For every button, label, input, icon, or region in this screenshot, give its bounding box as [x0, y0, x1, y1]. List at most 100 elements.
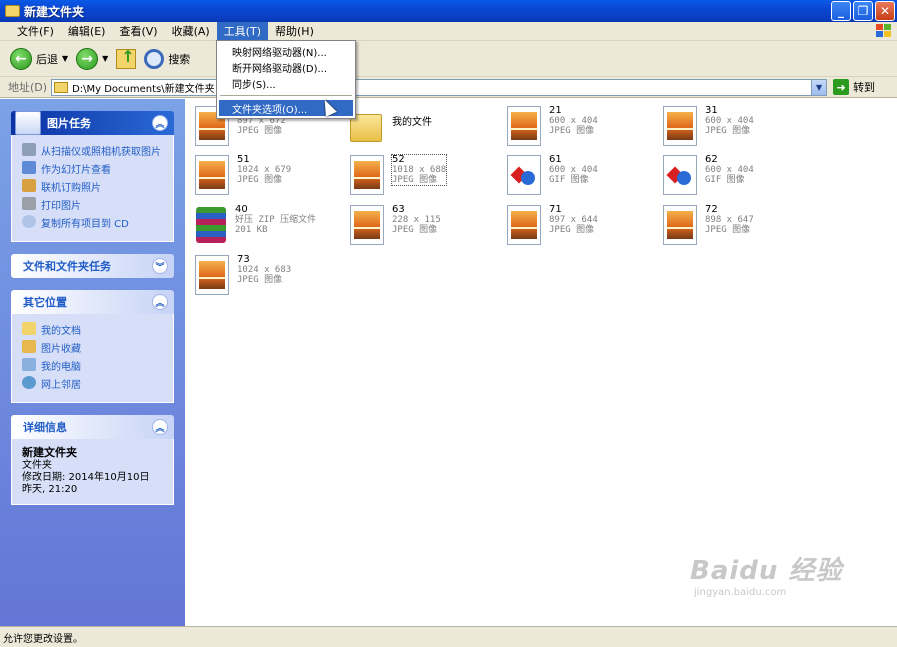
file-item[interactable]: 21 600 x 404 JPEG 图像: [507, 106, 598, 146]
menu-item-synchronize[interactable]: 同步(S)...: [219, 75, 353, 91]
go-button[interactable]: ➜ 转到: [833, 79, 875, 95]
window-controls: _ ❐ ✕: [831, 1, 895, 21]
place-network[interactable]: 网上邻居: [22, 376, 167, 391]
menu-file[interactable]: 文件(F): [10, 22, 61, 40]
collapse-icon[interactable]: ︽: [152, 294, 168, 310]
picture-tasks-header[interactable]: 图片任务 ︽: [11, 111, 174, 135]
search-label: 搜索: [168, 52, 191, 66]
forward-button[interactable]: → ▼: [76, 47, 108, 70]
file-type: JPEG 图像: [705, 225, 751, 235]
file-dims: 好压 ZIP 压缩文件: [235, 215, 317, 225]
menu-item-disconnect-drive[interactable]: 断开网络驱动器(D)...: [219, 59, 353, 75]
chevron-down-icon[interactable]: ▼: [811, 79, 827, 95]
address-input[interactable]: D:\My Documents\新建文件夹 ▼: [51, 78, 828, 96]
collapse-icon[interactable]: ︽: [152, 115, 168, 131]
place-my-documents[interactable]: 我的文档: [22, 322, 167, 337]
folder-icon: [5, 5, 20, 17]
task-copy-to-cd[interactable]: 复制所有项目到 CD: [22, 215, 167, 230]
file-type: JPEG 图像: [237, 175, 283, 185]
title-bar: 新建文件夹 _ ❐ ✕: [0, 0, 897, 22]
jpeg-file-icon: [350, 155, 384, 195]
file-dims: 1024 x 683: [237, 265, 292, 275]
menu-item-map-drive[interactable]: 映射网络驱动器(N)...: [219, 43, 353, 59]
file-item[interactable]: 31 600 x 404 JPEG 图像: [663, 106, 754, 146]
file-item[interactable]: 62 600 x 404 GIF 图像: [663, 155, 754, 195]
up-button[interactable]: [116, 47, 137, 69]
task-label: 从扫描仪或照相机获取图片: [41, 147, 161, 158]
other-places-panel: 其它位置 ︽ 我的文档 图片收藏 我的电脑 网上邻居: [11, 290, 174, 403]
details-header[interactable]: 详细信息 ︽: [11, 415, 174, 439]
file-type: 201 KB: [235, 225, 268, 235]
file-name: 52: [392, 154, 405, 165]
file-list[interactable]: 2897 x 672JPEG 图像 我的文件 21600 x 404JPEG 图…: [185, 99, 897, 626]
chevron-down-icon[interactable]: ▼: [102, 54, 108, 63]
file-meta: 62 600 x 404 GIF 图像: [705, 155, 754, 186]
jpeg-file-icon: [195, 155, 229, 195]
file-name: 71: [549, 204, 562, 215]
picture-tasks-body: 从扫描仪或照相机获取图片 作为幻灯片查看 联机订购照片 打印图片 复制所有项目到…: [11, 135, 174, 242]
menu-edit[interactable]: 编辑(E): [61, 22, 113, 40]
file-meta: 52 1018 x 688 JPEG 图像: [390, 154, 448, 186]
file-item[interactable]: 61 600 x 404 GIF 图像: [507, 155, 598, 195]
menu-favorites[interactable]: 收藏(A): [165, 22, 217, 40]
file-meta: 73 1024 x 683 JPEG 图像: [237, 255, 292, 286]
file-item[interactable]: 63 228 x 115 JPEG 图像: [350, 205, 441, 245]
status-text: 允许您更改设置。: [3, 633, 83, 645]
restore-button[interactable]: ❐: [853, 1, 873, 21]
task-label: 联机订购照片: [41, 183, 101, 194]
file-type: GIF 图像: [549, 175, 589, 185]
address-bar: 地址(D) D:\My Documents\新建文件夹 ▼ ➜ 转到: [0, 77, 897, 98]
zip-archive-icon: [193, 205, 227, 245]
watermark-url: jingyan.baidu.com: [694, 587, 787, 598]
task-print[interactable]: 打印图片: [22, 197, 167, 212]
file-dims: 897 x 644: [549, 215, 598, 225]
forward-arrow-icon: →: [76, 47, 99, 70]
file-item[interactable]: 40 好压 ZIP 压缩文件 201 KB: [193, 205, 316, 245]
minimize-button[interactable]: _: [831, 1, 851, 21]
close-button[interactable]: ✕: [875, 1, 895, 21]
file-type: JPEG 图像: [237, 275, 283, 285]
file-item-selected[interactable]: 52 1018 x 688 JPEG 图像: [350, 154, 448, 195]
windows-logo-icon: [875, 23, 893, 39]
collapse-icon[interactable]: ︽: [152, 419, 168, 435]
task-label: 作为幻灯片查看: [41, 165, 111, 176]
folder-item[interactable]: 我的文件: [350, 106, 432, 146]
menu-separator: [220, 95, 352, 96]
file-tasks-panel: 文件和文件夹任务 ︾: [11, 254, 174, 278]
back-button[interactable]: ← 后退 ▼: [10, 47, 68, 70]
other-places-header[interactable]: 其它位置 ︽: [11, 290, 174, 314]
file-dims: 228 x 115: [392, 215, 441, 225]
place-my-computer[interactable]: 我的电脑: [22, 358, 167, 373]
menu-tools[interactable]: 工具(T): [216, 22, 268, 40]
file-item[interactable]: 51 1024 x 679 JPEG 图像: [195, 155, 291, 195]
task-slideshow[interactable]: 作为幻灯片查看: [22, 161, 167, 176]
file-type: JPEG 图像: [549, 126, 595, 136]
place-label: 图片收藏: [41, 344, 81, 355]
slideshow-icon: [22, 161, 36, 174]
order-prints-icon: [22, 179, 36, 192]
other-places-title: 其它位置: [23, 296, 67, 309]
menu-view[interactable]: 查看(V): [112, 22, 164, 40]
file-item[interactable]: 72 898 x 647 JPEG 图像: [663, 205, 754, 245]
chevron-down-icon[interactable]: ▼: [62, 54, 68, 63]
place-my-pictures[interactable]: 图片收藏: [22, 340, 167, 355]
file-dims: 600 x 404: [705, 116, 754, 126]
my-pictures-icon: [22, 340, 36, 353]
toolbar: ← 后退 ▼ → ▼ 搜索: [0, 41, 897, 77]
file-item[interactable]: 71 897 x 644 JPEG 图像: [507, 205, 598, 245]
file-item[interactable]: 73 1024 x 683 JPEG 图像: [195, 255, 291, 295]
menu-help[interactable]: 帮助(H): [268, 22, 321, 40]
details-panel: 详细信息 ︽ 新建文件夹 文件夹 修改日期: 2014年10月10日 昨天, 2…: [11, 415, 174, 505]
watermark-brand: Baidu 经验: [690, 556, 843, 586]
file-meta: 21 600 x 404 JPEG 图像: [549, 106, 598, 137]
file-tasks-header[interactable]: 文件和文件夹任务 ︾: [11, 254, 174, 278]
search-button[interactable]: 搜索: [144, 48, 191, 69]
task-get-pictures[interactable]: 从扫描仪或照相机获取图片: [22, 143, 167, 158]
gif-file-icon: [663, 155, 697, 195]
expand-icon[interactable]: ︾: [152, 258, 168, 274]
task-label: 打印图片: [41, 201, 81, 212]
task-order-prints[interactable]: 联机订购照片: [22, 179, 167, 194]
file-type: JPEG 图像: [392, 175, 438, 185]
address-path: D:\My Documents\新建文件夹: [72, 83, 215, 95]
folder-icon: [54, 81, 69, 93]
